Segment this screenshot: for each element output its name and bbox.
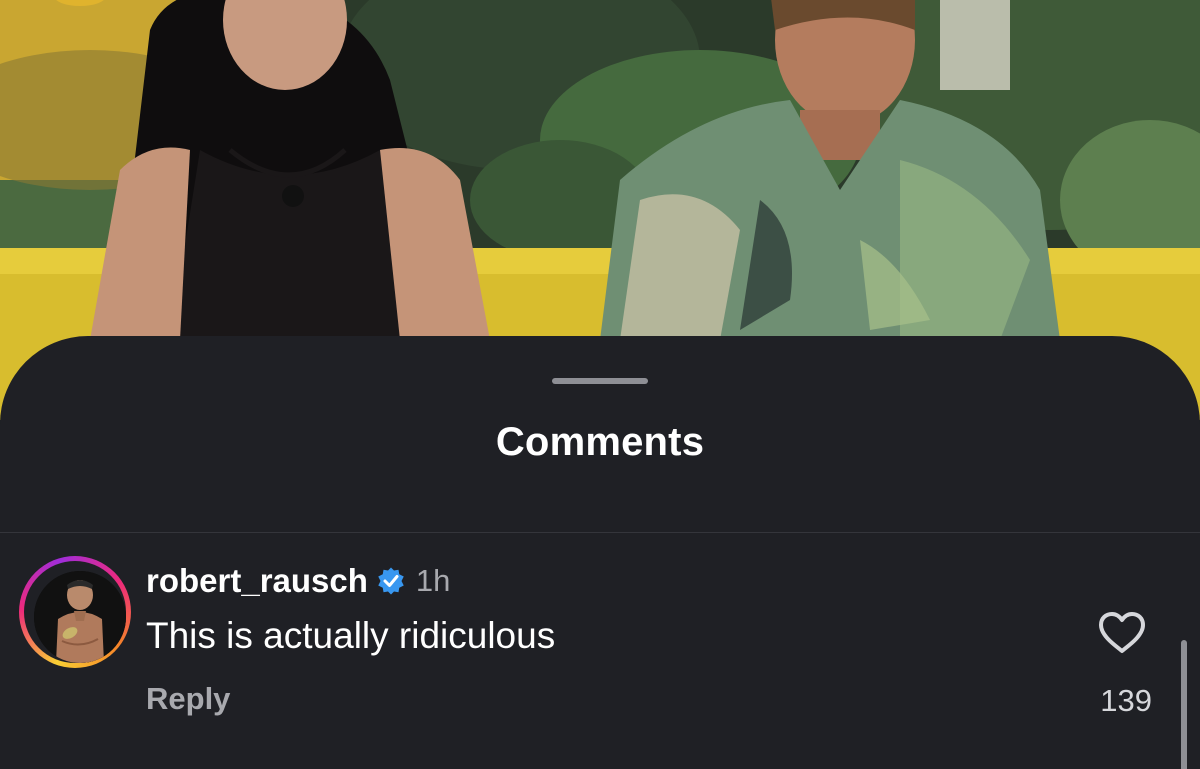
like-count: 139 [1100,683,1152,718]
avatar-image [34,571,126,663]
scrollbar[interactable] [1181,640,1187,769]
verified-badge-icon [378,567,404,595]
comment-header: robert_rausch 1h [146,559,450,603]
instagram-reel-screen: Comments robert_rausch 1h This is actual… [0,0,1200,769]
sheet-title: Comments [495,420,705,464]
story-ring[interactable] [19,556,131,668]
comment-timestamp: 1h [415,563,451,598]
sheet-drag-handle[interactable] [552,378,648,384]
avatar[interactable] [34,571,126,663]
comments-sheet: Comments robert_rausch 1h This is actual… [0,336,1200,769]
comment-item: robert_rausch 1h This is actually ridicu… [0,533,1200,769]
comment-username[interactable]: robert_rausch [146,562,368,600]
reply-button[interactable]: Reply [146,681,230,717]
comment-text: This is actually ridiculous [146,615,556,656]
heart-outline-icon[interactable] [1097,611,1147,655]
